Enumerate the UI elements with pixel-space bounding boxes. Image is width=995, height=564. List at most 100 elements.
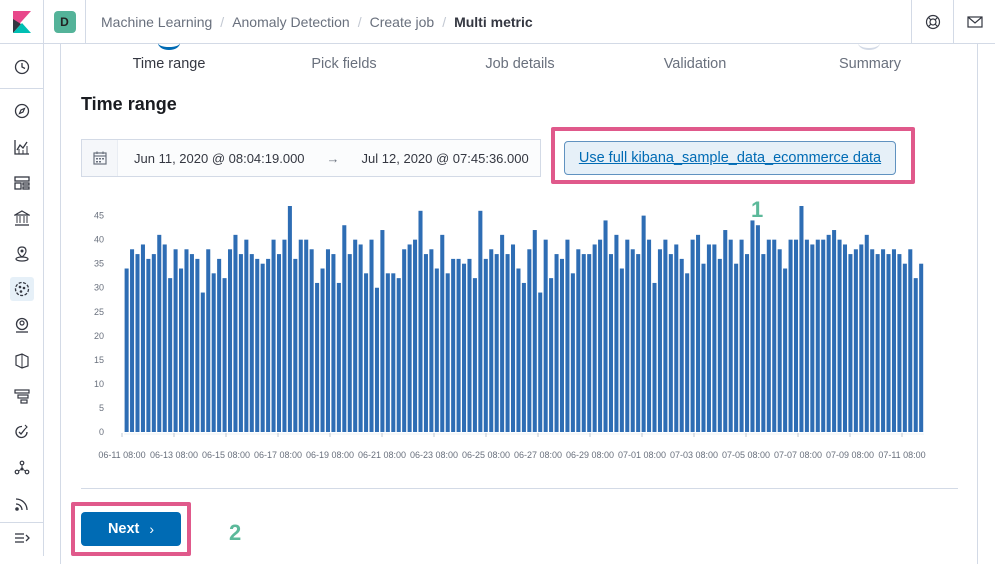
chart-bar [750, 220, 755, 432]
chart-bar [413, 239, 418, 432]
chart-bar [472, 278, 477, 432]
chart-bar [233, 234, 238, 432]
step-pick-fields[interactable]: Pick fields [311, 56, 376, 72]
chart-bar [146, 258, 151, 432]
breadcrumb-create-job[interactable]: Create job [370, 14, 435, 30]
chart-bar [124, 268, 129, 432]
chart-bar [374, 287, 379, 432]
chart-bar [418, 210, 423, 432]
step-job-details[interactable]: Job details [485, 56, 554, 72]
y-tick-label: 30 [94, 283, 104, 293]
chart-bar [919, 263, 924, 432]
chart-bar [832, 230, 837, 432]
space-selector[interactable]: D [44, 0, 86, 44]
chart-bar [543, 239, 548, 432]
next-button[interactable]: Next › [81, 512, 181, 546]
chart-bar [516, 268, 521, 432]
maps-icon[interactable] [10, 242, 34, 266]
stack-monitoring-icon[interactable] [10, 492, 34, 516]
y-tick-label: 25 [94, 307, 104, 317]
chart-bar [293, 258, 298, 432]
step-validation[interactable]: Validation [664, 56, 727, 72]
uptime-icon[interactable] [10, 420, 34, 444]
dock-navigation-icon[interactable] [10, 526, 34, 550]
chart-bar [385, 273, 390, 432]
chart-bar [282, 239, 287, 432]
machine-learning-icon[interactable] [10, 277, 34, 301]
chart-bar [287, 206, 292, 432]
x-tick-label: 06-21 08:00 [358, 450, 406, 460]
chart-bar [532, 230, 537, 432]
chart-bar [445, 273, 450, 432]
dashboard-icon[interactable] [10, 171, 34, 195]
chart-bar [358, 244, 363, 432]
chart-bar [423, 254, 428, 432]
chart-bar [130, 249, 135, 432]
chart-bar [870, 249, 875, 432]
breadcrumb: Machine Learning / Anomaly Detection / C… [101, 14, 911, 30]
chart-bar [189, 254, 194, 432]
chart-bar [309, 249, 314, 432]
infrastructure-icon[interactable] [10, 313, 34, 337]
chart-bar [211, 273, 216, 432]
chart-bar [298, 239, 303, 432]
end-date[interactable]: Jul 12, 2020 @ 07:45:36.000 [362, 151, 529, 166]
visualize-icon[interactable] [10, 135, 34, 159]
chart-bar [140, 244, 145, 432]
chart-bar [217, 258, 222, 432]
chart-bar [179, 268, 184, 432]
chart-bar [510, 244, 516, 432]
chart-bar [728, 239, 733, 432]
chart-bar [761, 254, 766, 432]
chart-bar [249, 254, 254, 432]
chart-bar [521, 282, 526, 432]
x-tick-label: 06-13 08:00 [150, 450, 198, 460]
calendar-button[interactable] [82, 140, 118, 176]
x-tick-label: 07-07 08:00 [774, 450, 822, 460]
help-button[interactable] [911, 0, 953, 44]
discover-compass-icon[interactable] [10, 99, 34, 123]
chart-bar [173, 249, 178, 432]
chart-bar [222, 278, 227, 432]
chart-bar [647, 239, 652, 432]
y-tick-label: 40 [94, 235, 104, 245]
chart-bar [881, 249, 886, 432]
canvas-icon[interactable] [10, 206, 34, 230]
kibana-logo[interactable] [0, 0, 44, 44]
use-full-data-button[interactable]: Use full kibana_sample_data_ecommerce da… [564, 141, 896, 175]
chart-bar [391, 273, 396, 432]
newsfeed-button[interactable] [953, 0, 995, 44]
chart-bar [614, 234, 619, 432]
breadcrumb-multi-metric: Multi metric [454, 13, 533, 30]
start-date[interactable]: Jun 11, 2020 @ 08:04:19.000 [134, 151, 305, 166]
chart-bar [772, 239, 777, 432]
chart-bar [810, 244, 815, 432]
breadcrumb-anomaly-detection[interactable]: Anomaly Detection [232, 14, 350, 30]
x-tick-label: 07-03 08:00 [670, 450, 718, 460]
breadcrumb-machine-learning[interactable]: Machine Learning [101, 14, 212, 30]
y-tick-label: 20 [94, 331, 104, 341]
nav-divider [0, 88, 44, 89]
chart-bar [266, 258, 271, 432]
chart-bar [625, 239, 630, 432]
chart-bar [674, 244, 679, 432]
step-time-range[interactable]: Time range [133, 56, 206, 72]
chart-bar [755, 225, 760, 432]
chart-bar [380, 230, 385, 432]
chart-bar [157, 234, 162, 432]
step-summary[interactable]: Summary [839, 56, 901, 72]
recently-viewed-icon[interactable] [10, 55, 34, 79]
side-nav [0, 44, 44, 556]
chart-bar [483, 258, 488, 432]
apm-icon[interactable] [10, 384, 34, 408]
chart-bar [407, 244, 412, 432]
chart-bar [255, 258, 260, 432]
chart-bar [793, 239, 799, 432]
breadcrumb-separator: / [220, 13, 225, 30]
graph-icon[interactable] [10, 456, 34, 480]
chart-bar [195, 258, 200, 432]
chart-bar [260, 263, 265, 432]
chart-bar [315, 282, 320, 432]
chart-bar [630, 249, 635, 432]
logs-icon[interactable] [10, 349, 34, 373]
